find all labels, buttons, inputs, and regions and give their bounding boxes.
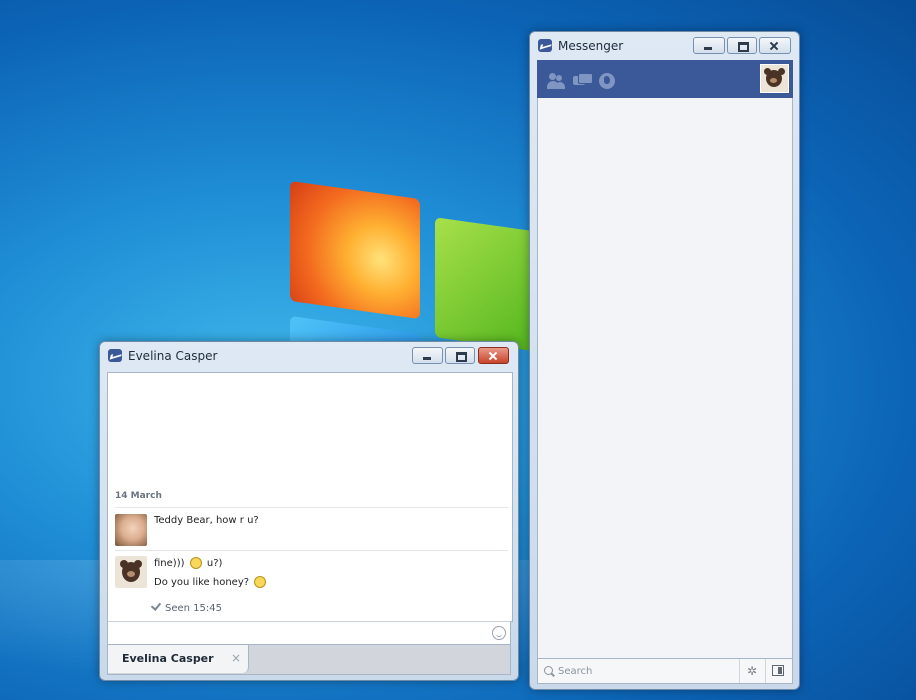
message-text: Do you like honey? (154, 576, 268, 588)
messages-icon[interactable] (573, 73, 593, 89)
notifications-globe-icon[interactable] (598, 73, 616, 89)
seen-status: Seen 15:45 (150, 600, 222, 614)
emoji-picker-icon[interactable] (492, 626, 506, 640)
chat-tab-evelina[interactable]: Evelina Casper × (108, 645, 249, 673)
check-icon (150, 600, 162, 611)
maximize-button[interactable] (445, 347, 475, 364)
minimize-button[interactable] (693, 37, 725, 54)
close-icon (479, 348, 508, 363)
profile-avatar[interactable] (760, 64, 789, 93)
own-avatar[interactable] (115, 556, 147, 588)
messenger-app-icon (108, 349, 122, 362)
message-text: fine))) u?) (154, 557, 223, 569)
date-separator: 14 March (115, 491, 162, 501)
tongue-emoji-icon (254, 576, 267, 588)
minimize-icon (694, 38, 724, 53)
maximize-icon (446, 348, 474, 363)
messenger-titlebar[interactable]: Messenger (530, 32, 799, 60)
chat-window: Evelina Casper 14 March Teddy Bear, how … (99, 341, 519, 681)
maximize-button[interactable] (727, 37, 757, 54)
chat-tabs-strip: Evelina Casper × (107, 645, 511, 675)
tab-close-icon[interactable]: × (231, 651, 241, 665)
messenger-app-icon (538, 39, 552, 52)
smile-emoji-icon (189, 557, 202, 569)
chat-titlebar[interactable]: Evelina Casper (100, 342, 518, 370)
message-input[interactable] (107, 621, 511, 645)
chat-title: Evelina Casper (128, 349, 218, 363)
message-text: Teddy Bear, how r u? (154, 515, 259, 526)
maximize-icon (728, 38, 756, 53)
chat-tab-label: Evelina Casper (122, 652, 214, 665)
close-button[interactable] (759, 37, 791, 54)
settings-gear-icon[interactable]: ✲ (747, 664, 757, 678)
close-icon (760, 38, 790, 53)
search-icon (544, 666, 553, 675)
messenger-window: Messenger ✲ (529, 31, 800, 690)
toggle-sidebar-icon[interactable] (772, 665, 784, 676)
minimize-icon (413, 348, 442, 363)
messenger-title: Messenger (558, 39, 624, 53)
close-button[interactable] (478, 347, 509, 364)
contact-avatar[interactable] (115, 514, 147, 546)
conversation-area: 14 March Teddy Bear, how r u? fine))) u?… (107, 372, 513, 622)
minimize-button[interactable] (412, 347, 443, 364)
messenger-toolbar (537, 60, 793, 98)
contacts-list (537, 98, 793, 658)
search-input[interactable] (558, 663, 728, 679)
messenger-footer: ✲ (537, 658, 793, 684)
friends-icon[interactable] (547, 73, 565, 89)
